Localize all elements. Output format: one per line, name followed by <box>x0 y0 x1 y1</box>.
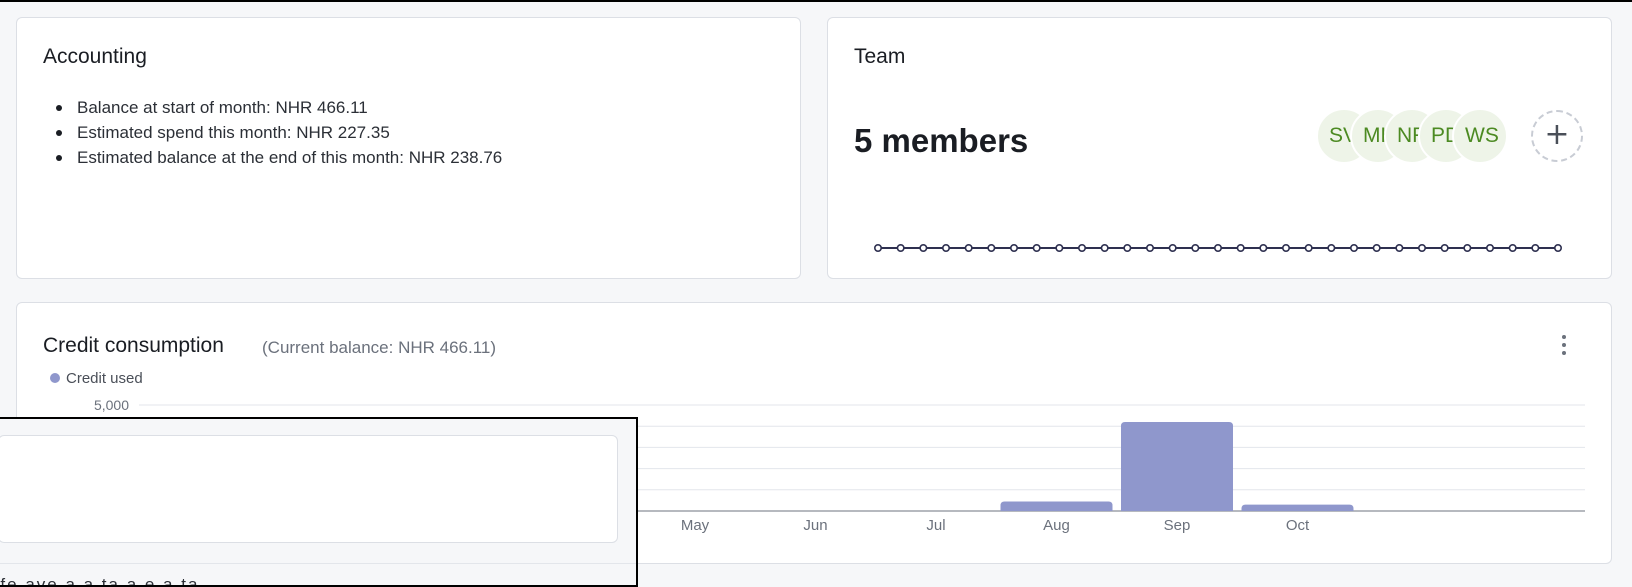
overlay-text-fragment: ffe ave a a ta a e a ta <box>0 575 200 585</box>
bar <box>1241 504 1354 511</box>
sparkline-point <box>1168 244 1177 253</box>
overlay-window[interactable]: ffe ave a a ta a e a ta <box>0 417 638 587</box>
sparkline-point <box>874 244 883 253</box>
avatar-stack: SV MH NR PD WS <box>1316 108 1536 164</box>
legend-dot-icon <box>50 373 60 383</box>
window-top-border <box>0 0 1632 2</box>
legend-label: Credit used <box>66 370 143 387</box>
sparkline-point <box>919 244 928 253</box>
bar <box>1121 421 1233 511</box>
sparkline-point <box>1372 244 1381 253</box>
bar <box>1000 501 1113 511</box>
x-tick-label: Jul <box>926 517 945 534</box>
sparkline-point <box>1440 244 1449 253</box>
add-member-button[interactable]: + <box>1531 110 1583 162</box>
credit-subtitle: (Current balance: NHR 466.11) <box>262 338 497 357</box>
estimated-balance-end-item: Estimated balance at the end of this mon… <box>43 145 502 170</box>
sparkline-point <box>1010 244 1019 253</box>
sparkline-point <box>1508 244 1517 253</box>
sparkline-point <box>1123 244 1132 253</box>
more-options-icon[interactable] <box>1557 333 1571 357</box>
overlay-divider <box>0 563 636 564</box>
sparkline-point <box>1236 244 1245 253</box>
overlay-panel <box>0 435 618 543</box>
team-title: Team <box>854 45 906 68</box>
members-count: 5 members <box>854 122 1029 159</box>
sparkline-point <box>1395 244 1404 253</box>
balance-start-item: Balance at start of month: NHR 466.11 <box>43 95 502 120</box>
accounting-list: Balance at start of month: NHR 466.11 Es… <box>43 95 502 170</box>
sparkline-point <box>1327 244 1336 253</box>
sparkline-point <box>942 244 951 253</box>
y-tick-label: 5,000 <box>94 397 129 413</box>
sparkline-point <box>1304 244 1313 253</box>
sparkline-point <box>1553 244 1562 253</box>
sparkline-point <box>1100 244 1109 253</box>
x-tick-label: Sep <box>1164 517 1191 534</box>
sparkline-point <box>987 244 996 253</box>
sparkline-point <box>1485 244 1494 253</box>
sparkline-point <box>1463 244 1472 253</box>
sparkline-point <box>896 244 905 253</box>
x-tick-label: Oct <box>1286 517 1310 534</box>
sparkline-point <box>1281 244 1290 253</box>
sparkline-point <box>964 244 973 253</box>
credit-title: Credit consumption <box>43 334 224 357</box>
team-card: Team 5 members SV MH NR PD WS + <box>827 17 1612 279</box>
sparkline-point <box>1145 244 1154 253</box>
x-tick-label: Jun <box>803 517 827 534</box>
chart-legend[interactable]: Credit used <box>50 370 143 387</box>
avatar[interactable]: WS <box>1452 108 1508 164</box>
team-activity-sparkline <box>874 244 1562 253</box>
sparkline-point <box>1531 244 1540 253</box>
sparkline-point <box>1417 244 1426 253</box>
sparkline-point <box>1032 244 1041 253</box>
x-tick-label: May <box>681 517 710 534</box>
x-tick-label: Aug <box>1043 517 1070 534</box>
sparkline-point <box>1055 244 1064 253</box>
sparkline-point <box>1259 244 1268 253</box>
estimated-spend-item: Estimated spend this month: NHR 227.35 <box>43 120 502 145</box>
accounting-card: Accounting Balance at start of month: NH… <box>16 17 801 279</box>
sparkline-point <box>1078 244 1087 253</box>
accounting-title: Accounting <box>43 45 147 68</box>
sparkline-point <box>1349 244 1358 253</box>
sparkline-point <box>1213 244 1222 253</box>
sparkline-point <box>1191 244 1200 253</box>
